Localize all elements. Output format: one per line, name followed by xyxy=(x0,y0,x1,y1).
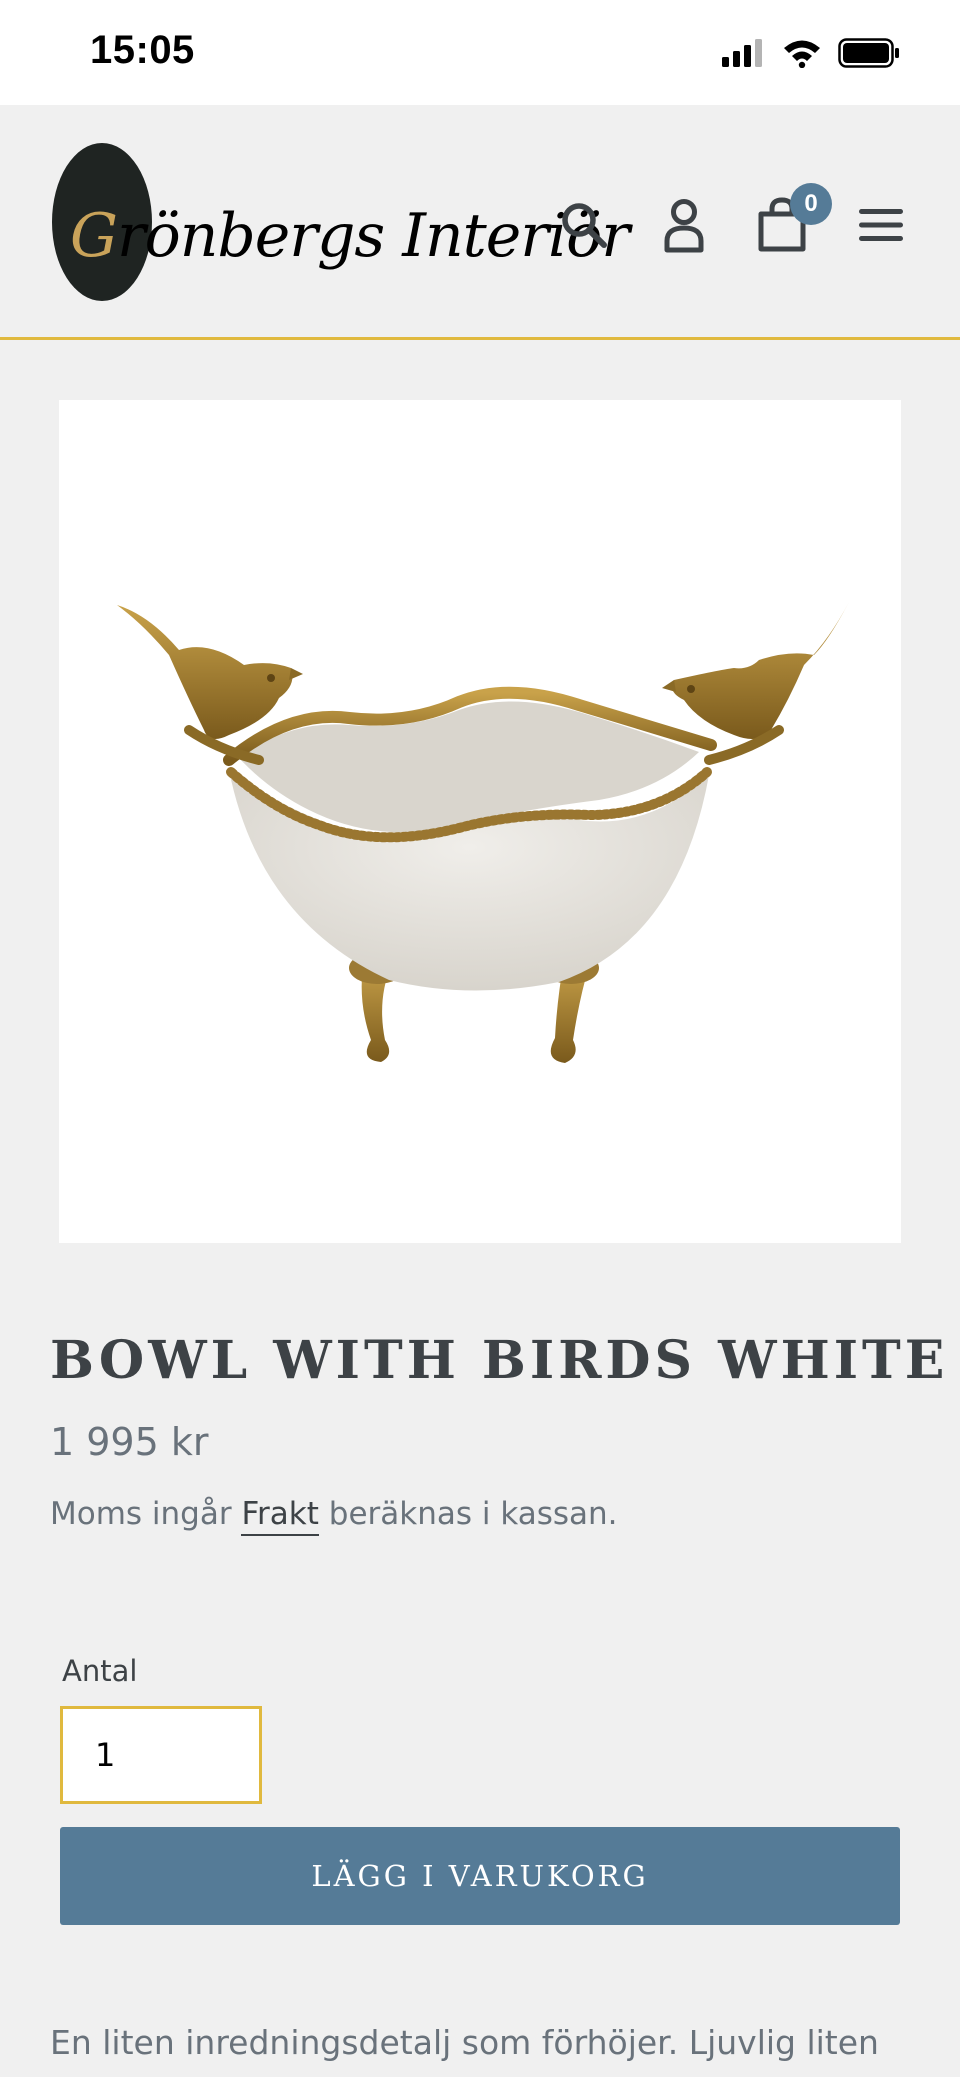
tax-note: Moms ingår Frakt beräknas i kassan. xyxy=(50,1496,618,1536)
product-image[interactable] xyxy=(59,400,901,1243)
product-price: 1 995 kr xyxy=(50,1420,209,1464)
quantity-label: Antal xyxy=(62,1654,138,1688)
logo-text: Grönbergs Interiör xyxy=(70,201,630,271)
hamburger-menu-icon xyxy=(859,209,903,241)
status-icons xyxy=(722,38,900,68)
status-time: 15:05 xyxy=(90,28,195,72)
bird-bowl-illustration xyxy=(117,602,849,1063)
battery-icon xyxy=(838,38,899,68)
add-to-cart-button[interactable]: LÄGG I VARUKORG xyxy=(60,1827,900,1925)
menu-button[interactable] xyxy=(849,193,913,257)
site-header: Grönbergs Interiör 0 xyxy=(0,105,960,340)
wifi-icon xyxy=(784,40,820,68)
account-button[interactable] xyxy=(652,193,716,257)
shipping-link[interactable]: Frakt xyxy=(241,1496,319,1536)
search-icon xyxy=(562,203,607,248)
cart-button[interactable]: 0 xyxy=(750,183,832,257)
user-icon xyxy=(664,199,704,253)
product-description: En liten inredningsdetalj som förhöjer. … xyxy=(50,2023,879,2062)
product-title: BOWL WITH BIRDS WHITE xyxy=(50,1330,949,1391)
tax-note-prefix: Moms ingår xyxy=(50,1496,232,1532)
tax-note-suffix: beräknas i kassan. xyxy=(328,1496,618,1532)
cart-count-badge: 0 xyxy=(790,183,832,225)
site-logo[interactable]: Grönbergs Interiör xyxy=(50,143,630,301)
quantity-input[interactable] xyxy=(60,1706,262,1804)
search-button[interactable] xyxy=(552,193,616,257)
signal-icon xyxy=(722,39,762,67)
status-bar: 15:05 xyxy=(0,0,960,105)
